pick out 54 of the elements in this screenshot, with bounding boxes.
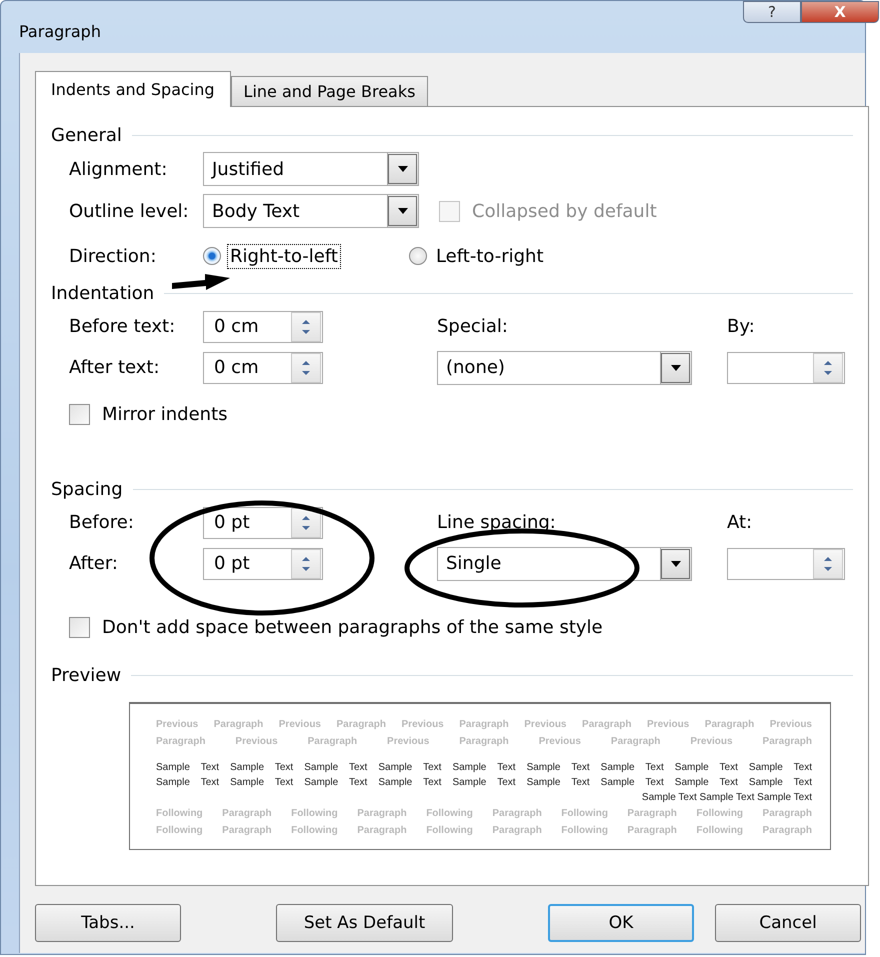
preview-text: Sample Text Sample Text Sample Text (640, 791, 812, 805)
checkbox[interactable] (69, 404, 90, 424)
field-label: Before text: (68, 316, 176, 337)
section-heading: Preview (51, 664, 122, 686)
field-label: After text: (68, 357, 161, 378)
checkbox-label: Don't add space between paragraphs of the same style (102, 617, 603, 638)
dialog-button[interactable]: OK (548, 904, 694, 942)
dialog-button[interactable]: Set As Default (276, 904, 453, 942)
section-heading: Spacing (51, 478, 123, 500)
spin-field[interactable]: 0 cm (203, 352, 323, 384)
preview-text: Sample Text Sample Text Sample Text Sample Text Sample Text Sample Text Sample Text Sample Text Sample Text (156, 776, 812, 790)
caret-icon (397, 165, 409, 173)
spin-field[interactable]: 0 pt (203, 548, 323, 580)
caret-icon (670, 560, 682, 568)
field-label: Direction: (68, 246, 158, 266)
checkbox[interactable] (69, 617, 90, 638)
section-heading: General (51, 124, 122, 146)
field-label: Special: (437, 316, 509, 337)
field-label: By: (727, 316, 755, 337)
field-label: Line spacing: (437, 512, 557, 533)
window-title: Paragraph (19, 22, 101, 41)
field-label: Alignment: (68, 158, 168, 180)
tab[interactable]: Line and Page Breaks (230, 76, 428, 106)
preview-text: Paragraph Previous Paragraph Previous Paragraph Previous Paragraph Previous Paragraph (156, 735, 812, 749)
field-label: Outline level: (68, 200, 190, 222)
preview-text: Following Paragraph Following Paragraph Following Paragraph Following Paragraph Following Paragraph (156, 807, 812, 821)
spin-field[interactable] (727, 548, 845, 580)
preview-text: Following Paragraph Following Paragraph Following Paragraph Following Paragraph Following Paragraph (156, 824, 812, 838)
radio-button[interactable] (203, 247, 221, 265)
tab[interactable]: Indents and Spacing (35, 71, 231, 107)
outline-level-dropdown[interactable]: Body Text (203, 194, 419, 228)
field-label: At: (727, 512, 752, 533)
checkbox-label: Mirror indents (102, 404, 228, 424)
caret-icon (670, 364, 682, 372)
field-label: Before: (68, 512, 135, 533)
line-spacing-dropdown[interactable]: Single (437, 546, 692, 580)
help-button[interactable]: ? (743, 1, 801, 23)
preview-text: Previous Paragraph Previous Paragraph Previous Paragraph Previous Paragraph Previous Paragraph Previous (156, 718, 812, 732)
dialog-button[interactable]: Tabs... (35, 904, 181, 942)
field-label: After: (68, 553, 119, 574)
special-dropdown[interactable]: (none) (437, 350, 692, 384)
alignment-dropdown[interactable]: Justified (203, 152, 419, 186)
arrow-drawing (172, 274, 230, 290)
section-heading: Indentation (51, 282, 154, 304)
spin-field[interactable]: 0 cm (203, 310, 323, 342)
radio-button[interactable] (408, 247, 427, 265)
preview-text: Sample Text Sample Text Sample Text Sample Text Sample Text Sample Text Sample Text Sample Text Sample Text (156, 761, 812, 775)
radio-label: Left-to-right (434, 244, 545, 268)
caret-icon (397, 207, 409, 215)
radio-label: Right-to-left (227, 244, 341, 268)
dialog-button[interactable]: Cancel (715, 904, 861, 942)
checkbox-label: Collapsed by default (472, 200, 657, 222)
spin-field[interactable]: 0 pt (203, 506, 323, 538)
spin-field[interactable] (727, 352, 845, 384)
